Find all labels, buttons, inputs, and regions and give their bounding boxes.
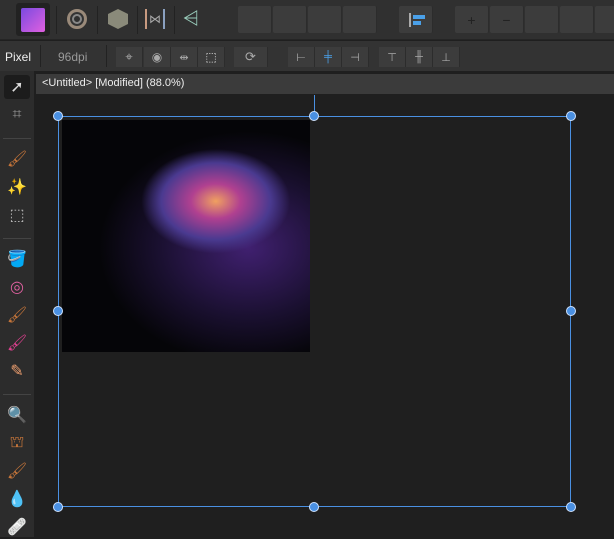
photo-persona-button[interactable] <box>16 3 50 36</box>
show-bbox-button[interactable]: ◉ <box>144 47 171 67</box>
transform-origin-button[interactable]: ⌖ <box>116 47 143 67</box>
erase-tool[interactable]: ✎ <box>4 359 30 383</box>
water-drop-icon: 💧 <box>7 491 27 508</box>
arrange-button-2[interactable] <box>273 6 307 33</box>
export-persona-icon[interactable]: ⩤ <box>183 8 199 31</box>
align-left-button[interactable]: ⊢ <box>288 47 315 67</box>
align-right-icon: ⊣ <box>350 51 360 64</box>
move-tool[interactable]: ➚ <box>4 75 30 99</box>
color-picker-tool[interactable]: ◎ <box>4 275 30 299</box>
flood-select-tool[interactable]: ✨ <box>4 175 30 199</box>
transform-objects-button[interactable]: ⬚ <box>198 47 225 67</box>
subtract-icon: − <box>502 11 511 28</box>
dodge-icon: 🔍 <box>7 407 27 424</box>
cycle-selection-button[interactable]: ⟳ <box>234 47 268 67</box>
align-middle-icon: ╫ <box>415 51 423 63</box>
eraser-icon: ✎ <box>10 363 24 380</box>
align-top-icon: ⊤ <box>387 51 397 64</box>
pointer-icon: ➚ <box>10 79 24 96</box>
align-top-button[interactable]: ⊤ <box>379 47 406 67</box>
main-toolbar: ⋈ ⩤ + − <box>0 0 614 40</box>
paintbrush-icon: 🖌 <box>6 307 28 324</box>
tone-mapping-persona-icon[interactable]: ⋈ <box>145 9 165 29</box>
crop-tool[interactable]: ⌗ <box>4 103 30 127</box>
arrange-button-3[interactable] <box>308 6 342 33</box>
healing-brush-tool[interactable]: 🩹 <box>4 515 30 539</box>
align-left-icon <box>408 12 425 27</box>
align-bottom-icon: ⊥ <box>441 51 451 64</box>
boolean-subtract-button[interactable]: − <box>490 6 524 33</box>
dodge-tool[interactable]: 🔍 <box>4 403 30 427</box>
paint-bucket-icon: 🪣 <box>7 251 27 268</box>
align-middle-button[interactable]: ╫ <box>406 47 433 67</box>
color-wheel-icon: ◎ <box>10 279 24 296</box>
resize-handle-bottom-left[interactable] <box>53 502 63 512</box>
rotate-icon: ⟳ <box>245 49 256 64</box>
selection-brush-tool[interactable]: 🖌 <box>4 147 30 171</box>
resize-handle-top[interactable] <box>309 111 319 121</box>
add-icon: + <box>467 11 476 28</box>
color-replace-brush-icon: 🖌 <box>6 335 28 352</box>
crosshair-icon: ⌖ <box>125 49 133 64</box>
arrange-button-1[interactable] <box>238 6 272 33</box>
align-bottom-button[interactable]: ⊥ <box>433 47 460 67</box>
boolean-add-button[interactable]: + <box>455 6 489 33</box>
undo-brush-tool[interactable]: 🖌 <box>4 459 30 483</box>
resize-handle-left[interactable] <box>53 306 63 316</box>
resize-handle-top-left[interactable] <box>53 111 63 121</box>
dpi-label[interactable]: 96dpi <box>58 50 87 64</box>
boolean-divide-button[interactable] <box>595 6 614 33</box>
bandage-icon: 🩹 <box>7 519 27 536</box>
flood-fill-tool[interactable]: 🪣 <box>4 247 30 271</box>
eye-icon: ◉ <box>151 50 163 64</box>
align-button[interactable] <box>399 6 433 33</box>
crop-icon: ⌗ <box>12 106 22 123</box>
align-left-icon: ⊢ <box>296 51 306 64</box>
clone-tool[interactable]: ⛫ <box>4 431 30 455</box>
liquify-persona-icon[interactable] <box>67 9 87 29</box>
boolean-intersect-button[interactable] <box>525 6 559 33</box>
boolean-xor-button[interactable] <box>560 6 594 33</box>
snap-icon: ⇹ <box>179 51 189 64</box>
arrange-button-4[interactable] <box>343 6 377 33</box>
marquee-tool[interactable]: ⬚ <box>4 203 30 227</box>
magic-wand-icon: ✨ <box>7 179 27 196</box>
color-replacement-tool[interactable]: 🖌 <box>4 331 30 355</box>
align-center-button[interactable]: ╪ <box>315 47 342 67</box>
stamp-icon: ⛫ <box>9 434 25 451</box>
blur-brush-tool[interactable]: 💧 <box>4 487 30 511</box>
history-brush-icon: 🖌 <box>6 463 28 480</box>
paint-brush-tool[interactable]: 🖌 <box>4 303 30 327</box>
selection-bounding-box[interactable] <box>58 116 571 507</box>
affinity-photo-logo-icon <box>21 7 45 32</box>
document-tab[interactable]: <Untitled> [Modified] (88.0%) <box>36 74 614 94</box>
resize-handle-bottom-right[interactable] <box>566 502 576 512</box>
selection-icon: ⬚ <box>205 50 217 64</box>
align-right-button[interactable]: ⊣ <box>342 47 369 67</box>
rectangle-marquee-icon: ⬚ <box>9 207 25 224</box>
resize-handle-top-right[interactable] <box>566 111 576 121</box>
document-title: <Untitled> [Modified] (88.0%) <box>42 77 185 89</box>
unit-label[interactable]: Pixel <box>5 50 31 64</box>
tools-panel: ➚ ⌗ 🖌 ✨ ⬚ 🪣 ◎ 🖌 🖌 ✎ 🔍 ⛫ 🖌 💧 🩹 <box>0 71 34 537</box>
brush-icon: 🖌 <box>6 151 28 168</box>
snap-button[interactable]: ⇹ <box>171 47 198 67</box>
resize-handle-bottom[interactable] <box>309 502 319 512</box>
develop-persona-icon[interactable] <box>108 9 128 29</box>
align-center-icon: ╪ <box>324 51 332 63</box>
resize-handle-right[interactable] <box>566 306 576 316</box>
